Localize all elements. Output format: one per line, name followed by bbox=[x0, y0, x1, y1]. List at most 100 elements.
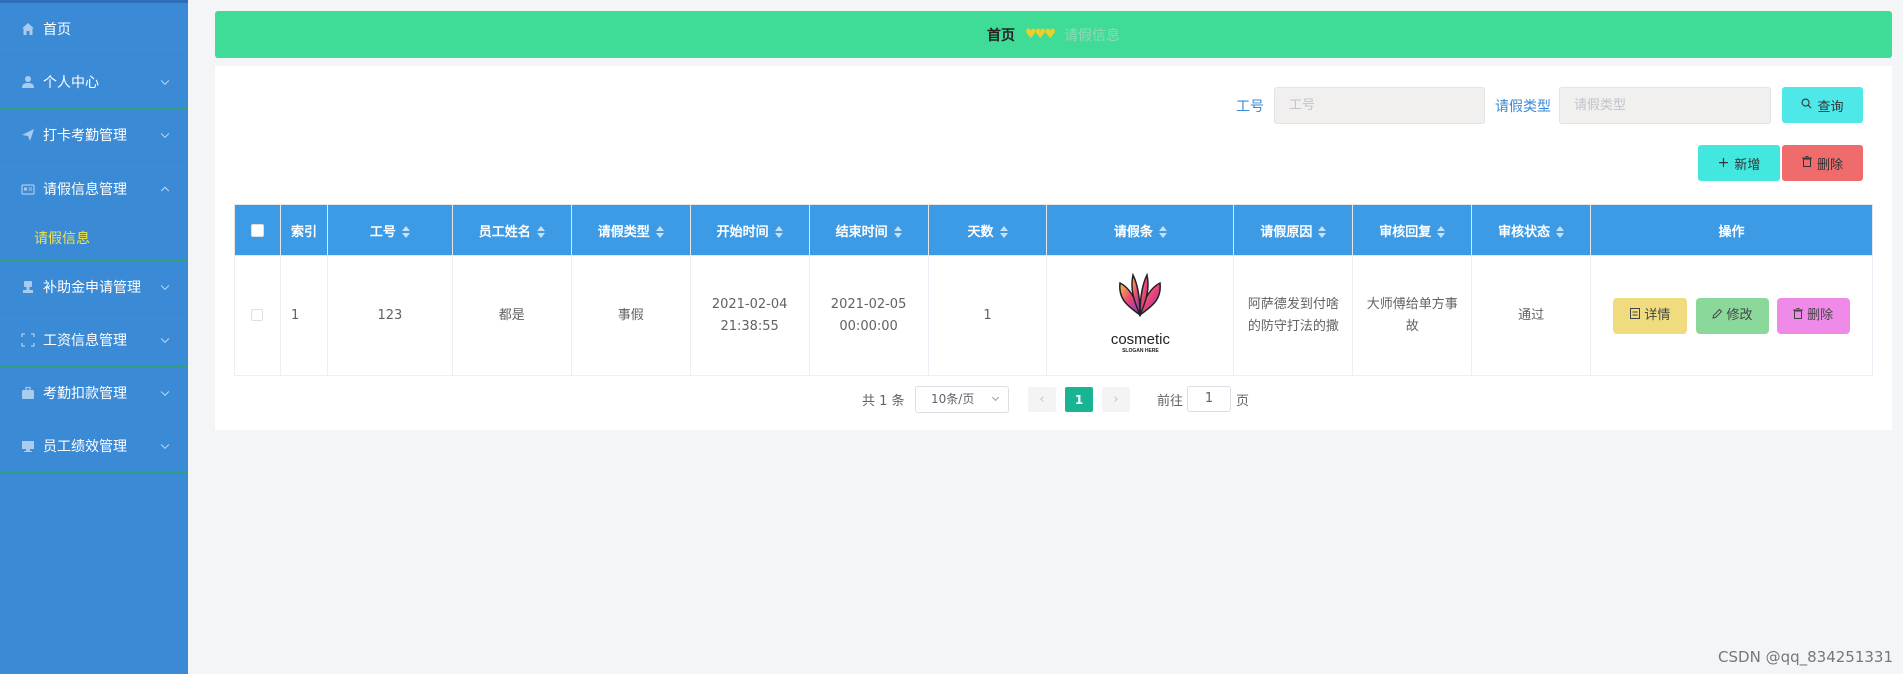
sidebar-item-label: 工资信息管理 bbox=[43, 333, 127, 349]
sort-icon[interactable] bbox=[1437, 226, 1446, 238]
sort-icon[interactable] bbox=[893, 226, 902, 238]
sidebar-item-label: 个人中心 bbox=[43, 75, 99, 91]
prev-page-button[interactable]: ‹ bbox=[1028, 387, 1056, 412]
column-header-index: 索引 bbox=[279, 204, 328, 256]
sort-icon[interactable] bbox=[1158, 226, 1167, 238]
breadcrumb-home[interactable]: 首页 bbox=[987, 25, 1015, 45]
row-delete-button-label: 删除 bbox=[1807, 307, 1834, 323]
column-header-reply[interactable]: 审核回复 bbox=[1352, 204, 1473, 256]
cell-leave-type: 事假 bbox=[570, 255, 691, 376]
cell-reply: 大师傅给单方事故 bbox=[1352, 255, 1473, 376]
logo-slogan: SLOGAN HERE bbox=[1122, 348, 1159, 354]
sidebar-item-label: 请假信息管理 bbox=[43, 181, 127, 198]
sort-icon[interactable] bbox=[774, 226, 783, 238]
sidebar-item-performance[interactable]: 员工绩效管理 bbox=[0, 420, 188, 473]
column-header-start[interactable]: 开始时间 bbox=[689, 204, 810, 256]
chevron-down-icon bbox=[160, 334, 170, 344]
cosmetic-logo-icon bbox=[1119, 272, 1162, 317]
chevron-down-icon bbox=[991, 393, 1000, 402]
breadcrumb-current: 请假信息 bbox=[1063, 27, 1120, 44]
goto-page-unit: 页 bbox=[1236, 394, 1250, 409]
sidebar-item-label: 补助金申请管理 bbox=[43, 280, 141, 296]
breadcrumb: 首页 ♥♥♥ 请假信息 bbox=[215, 11, 1892, 58]
query-button-label: 查询 bbox=[1817, 99, 1844, 115]
user-icon bbox=[20, 74, 36, 90]
chevron-up-icon bbox=[160, 186, 170, 195]
leave-slip-image[interactable]: cosmetic SLOGAN HERE bbox=[1100, 271, 1180, 355]
chevron-down-icon bbox=[160, 76, 170, 86]
sidebar-item-attendance[interactable]: 打卡考勤管理 bbox=[0, 109, 188, 162]
edit-button[interactable]: 修改 bbox=[1695, 297, 1769, 334]
chevron-right-icon: › bbox=[1113, 392, 1119, 407]
row-delete-button[interactable]: 删除 bbox=[1776, 297, 1850, 334]
detail-button-label: 详情 bbox=[1644, 307, 1671, 323]
leave-type-input[interactable] bbox=[1559, 87, 1771, 124]
trash-icon bbox=[1793, 305, 1804, 327]
table-row: 1 123 都是 事假 2021-02-04 21:38:55 2021-02-… bbox=[234, 255, 1873, 376]
sidebar-item-personal-center[interactable]: 个人中心 bbox=[0, 56, 188, 109]
sidebar-item-label: 考勤扣款管理 bbox=[43, 386, 127, 402]
page-size-value: 10条/页 bbox=[931, 392, 975, 406]
column-header-days[interactable]: 天数 bbox=[927, 204, 1048, 256]
select-all-header[interactable] bbox=[234, 204, 281, 256]
row-select-cell[interactable] bbox=[234, 255, 281, 376]
emp-no-label: 工号 bbox=[1236, 99, 1264, 115]
cell-leave-slip: cosmetic SLOGAN HERE bbox=[1046, 255, 1235, 376]
cell-index: 1 bbox=[279, 255, 328, 376]
column-header-reason[interactable]: 请假原因 bbox=[1233, 204, 1354, 256]
heart-separator-icon: ♥♥♥ bbox=[1025, 27, 1056, 42]
sidebar-item-deduction[interactable]: 考勤扣款管理 bbox=[0, 367, 188, 420]
chevron-down-icon bbox=[160, 281, 170, 291]
page-size-select[interactable]: 10条/页 bbox=[915, 386, 1009, 413]
main-panel: 工号 请假类型 查询 + 新增 删除 索引 工号 员工姓名 请假类型 开始时间 … bbox=[215, 66, 1892, 430]
delete-button[interactable]: 删除 bbox=[1782, 145, 1863, 181]
column-header-leave-slip[interactable]: 请假条 bbox=[1046, 204, 1235, 256]
column-header-status[interactable]: 审核状态 bbox=[1471, 204, 1592, 256]
row-checkbox[interactable] bbox=[251, 309, 264, 321]
cell-emp-no: 123 bbox=[326, 255, 453, 376]
sidebar-item-label: 首页 bbox=[43, 22, 71, 38]
watermark: CSDN @qq_834251331 bbox=[1718, 648, 1893, 666]
column-header-end[interactable]: 结束时间 bbox=[808, 204, 929, 256]
leave-table: 索引 工号 员工姓名 请假类型 开始时间 结束时间 天数 请假条 请假原因 审核… bbox=[234, 204, 1873, 376]
sidebar-item-subsidy[interactable]: 补助金申请管理 bbox=[0, 261, 188, 314]
detail-button[interactable]: 详情 bbox=[1613, 297, 1688, 334]
next-page-button[interactable]: › bbox=[1102, 387, 1130, 412]
cell-name: 都是 bbox=[451, 255, 572, 376]
goto-page-input[interactable]: 1 bbox=[1187, 386, 1231, 412]
table-header-row: 索引 工号 员工姓名 请假类型 开始时间 结束时间 天数 请假条 请假原因 审核… bbox=[234, 204, 1873, 256]
sidebar-subitem-label: 请假信息 bbox=[34, 230, 90, 247]
suitcase-icon bbox=[20, 385, 36, 401]
add-button[interactable]: + 新增 bbox=[1698, 145, 1780, 181]
home-icon bbox=[20, 21, 36, 37]
sort-icon[interactable] bbox=[401, 226, 410, 238]
column-header-leave-type[interactable]: 请假类型 bbox=[570, 204, 691, 256]
chevron-down-icon bbox=[160, 387, 170, 397]
query-button[interactable]: 查询 bbox=[1782, 87, 1863, 123]
cell-days: 1 bbox=[927, 255, 1048, 376]
column-header-name[interactable]: 员工姓名 bbox=[451, 204, 572, 256]
sort-icon[interactable] bbox=[1318, 226, 1327, 238]
sort-icon[interactable] bbox=[655, 226, 664, 238]
sort-icon[interactable] bbox=[1556, 226, 1565, 238]
sort-icon[interactable] bbox=[999, 226, 1008, 238]
pagination: 共 1 条 10条/页 ‹ 1 › 前往 1 页 bbox=[215, 384, 1892, 414]
cell-end: 2021-02-05 00:00:00 bbox=[808, 255, 929, 376]
column-header-emp-no[interactable]: 工号 bbox=[326, 204, 453, 256]
emp-no-input[interactable] bbox=[1274, 87, 1485, 124]
chevron-down-icon bbox=[160, 129, 170, 139]
fullscreen-icon bbox=[20, 332, 36, 348]
select-all-checkbox[interactable] bbox=[250, 223, 264, 237]
page-number-current[interactable]: 1 bbox=[1065, 387, 1093, 412]
sort-icon[interactable] bbox=[536, 226, 545, 238]
sidebar-subitem-leave-info[interactable]: 请假信息 bbox=[0, 215, 188, 261]
send-icon bbox=[20, 127, 36, 143]
sidebar-item-home[interactable]: 首页 bbox=[0, 3, 188, 56]
cell-operations: 详情 修改 删除 bbox=[1590, 255, 1873, 376]
sidebar-item-label: 打卡考勤管理 bbox=[43, 128, 127, 144]
sidebar-item-leave-management[interactable]: 请假信息管理 bbox=[0, 162, 188, 215]
sidebar-item-label: 员工绩效管理 bbox=[43, 439, 127, 455]
sidebar-item-salary[interactable]: 工资信息管理 bbox=[0, 314, 188, 367]
cell-reason: 阿萨德发到付啥的防守打法的撒 bbox=[1233, 255, 1354, 376]
sidebar: 首页 个人中心 打卡考勤管理 请假信息管理 请假信息 补助金申请管理 工资信息管… bbox=[0, 0, 188, 674]
